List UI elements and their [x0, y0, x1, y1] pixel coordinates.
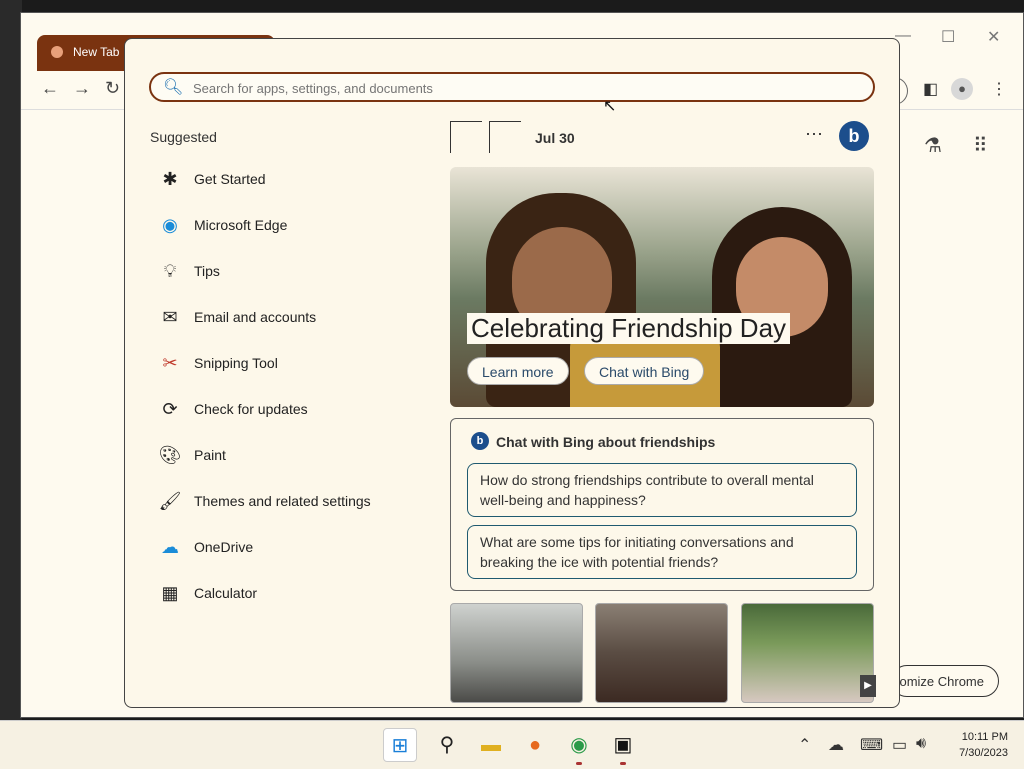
- bing-chat-card: b Chat with Bing about friendships How d…: [450, 418, 874, 591]
- app-label: Paint: [194, 447, 226, 463]
- forward-arrow-icon[interactable]: →: [73, 78, 91, 99]
- chevron-right-icon[interactable]: ▶: [860, 675, 876, 697]
- start-windows-icon[interactable]: ⊞: [383, 728, 417, 762]
- news-thumbnail[interactable]: [595, 603, 728, 703]
- news-thumbnail[interactable]: [450, 603, 583, 703]
- suggested-heading: Suggested: [150, 129, 217, 145]
- hero-banner[interactable]: Celebrating Friendship Day Learn more Ch…: [450, 167, 874, 407]
- clock-date: 7/30/2023: [959, 747, 1008, 759]
- app-calculator[interactable]: ▦ Calculator: [157, 577, 417, 609]
- app-label: Themes and related settings: [194, 493, 371, 509]
- app-label: Microsoft Edge: [194, 217, 288, 233]
- edge-icon: ◉: [162, 215, 178, 235]
- app-check-for-updates[interactable]: ⟳ Check for updates: [157, 393, 417, 425]
- more-options-icon[interactable]: ⋯: [805, 124, 823, 145]
- more-vertical-icon[interactable]: ⋮: [991, 79, 1007, 99]
- widget-date: Jul 30: [535, 130, 575, 146]
- clock-time: 10:11 PM: [961, 731, 1008, 743]
- chat-card-title: Chat with Bing about friendships: [496, 434, 716, 450]
- mouse-cursor-icon: ↖: [603, 98, 617, 115]
- profile-avatar-icon[interactable]: ●: [951, 78, 973, 100]
- chrome-favicon-icon: [51, 46, 63, 58]
- hero-title: Celebrating Friendship Day: [467, 313, 791, 344]
- onedrive-offline-icon[interactable]: ☁: [828, 735, 844, 755]
- get-started-icon: ✱: [162, 169, 178, 189]
- onedrive-icon: ☁: [161, 537, 179, 557]
- keyboard-icon[interactable]: ⌨: [860, 735, 883, 755]
- back-arrow-icon[interactable]: ←: [41, 78, 59, 99]
- app-label: Snipping Tool: [194, 355, 278, 371]
- firefox-icon[interactable]: ●: [518, 728, 552, 762]
- desktop-background: [0, 0, 22, 720]
- app-label: Check for updates: [194, 401, 308, 417]
- chat-with-bing-button[interactable]: Chat with Bing: [584, 357, 705, 385]
- learn-more-button[interactable]: Learn more: [467, 357, 569, 385]
- search-input[interactable]: [191, 77, 855, 99]
- app-microsoft-edge[interactable]: ◉ Microsoft Edge: [157, 209, 417, 241]
- mail-icon: ✉: [162, 307, 178, 327]
- news-thumbnail[interactable]: [741, 603, 874, 703]
- running-indicator: [576, 762, 582, 765]
- tips-bulb-icon: 💡︎: [163, 261, 177, 281]
- brush-icon: 🖌︎: [158, 491, 182, 511]
- close-icon[interactable]: ✕: [987, 27, 1000, 47]
- reload-icon[interactable]: ↻: [105, 78, 120, 99]
- paint-palette-icon: 🎨︎: [158, 445, 182, 465]
- chevron-up-icon[interactable]: ⌃: [798, 735, 811, 755]
- system-clock[interactable]: 10:11 PM 7/30/2023: [948, 729, 1008, 761]
- calculator-icon: ▦: [161, 583, 179, 603]
- side-panel-icon[interactable]: ◧: [923, 79, 938, 99]
- app-label: OneDrive: [194, 539, 254, 555]
- taskbar: ⊞ ⚲ ▬ ● ◉ ▣ ⌃ ☁ ⌨ ▭ 🔊︎ 10:11 PM 7/30/202…: [0, 720, 1024, 769]
- widget-placeholder-icon: [450, 121, 482, 153]
- bing-logo-icon: b: [471, 432, 489, 450]
- apps-grid-icon[interactable]: ⠿: [973, 133, 988, 158]
- chat-suggestion-2[interactable]: What are some tips for initiating conver…: [467, 525, 857, 579]
- terminal-icon[interactable]: ▣: [606, 728, 640, 762]
- search-icon[interactable]: ⚲: [430, 728, 464, 762]
- app-snipping-tool[interactable]: ✂ Snipping Tool: [157, 347, 417, 379]
- snipping-tool-icon: ✂: [162, 353, 178, 373]
- start-menu: 🔍︎ Suggested ✱ Get Started ◉ Microsoft E…: [124, 38, 900, 708]
- start-search-box[interactable]: 🔍︎: [149, 72, 875, 102]
- search-icon: 🔍︎: [163, 79, 184, 96]
- app-label: Calculator: [194, 585, 258, 601]
- maximize-icon[interactable]: ☐: [941, 27, 955, 47]
- customize-chrome-button[interactable]: omize Chrome: [891, 665, 999, 697]
- chrome-icon[interactable]: ◉: [562, 728, 596, 762]
- bing-logo-icon[interactable]: b: [839, 121, 869, 151]
- widget-placeholder-icon: [489, 121, 521, 153]
- volume-icon[interactable]: 🔊︎: [916, 735, 926, 753]
- app-themes-and-related-settings[interactable]: 🖌︎ Themes and related settings: [157, 485, 417, 517]
- app-label: Get Started: [194, 171, 266, 187]
- refresh-icon: ⟳: [162, 399, 178, 419]
- app-label: Email and accounts: [194, 309, 317, 325]
- labs-flask-icon[interactable]: ⚗: [924, 133, 942, 158]
- app-tips[interactable]: 💡︎ Tips: [157, 255, 417, 287]
- tab-title: New Tab: [73, 45, 120, 59]
- file-explorer-icon[interactable]: ▬: [474, 728, 508, 762]
- app-onedrive[interactable]: ☁ OneDrive: [157, 531, 417, 563]
- app-paint[interactable]: 🎨︎ Paint: [157, 439, 417, 471]
- app-label: Tips: [194, 263, 220, 279]
- chat-suggestion-1[interactable]: How do strong friendships contribute to …: [467, 463, 857, 517]
- app-email-and-accounts[interactable]: ✉ Email and accounts: [157, 301, 417, 333]
- network-icon[interactable]: ▭: [892, 735, 907, 755]
- app-get-started[interactable]: ✱ Get Started: [157, 163, 417, 195]
- running-indicator: [620, 762, 626, 765]
